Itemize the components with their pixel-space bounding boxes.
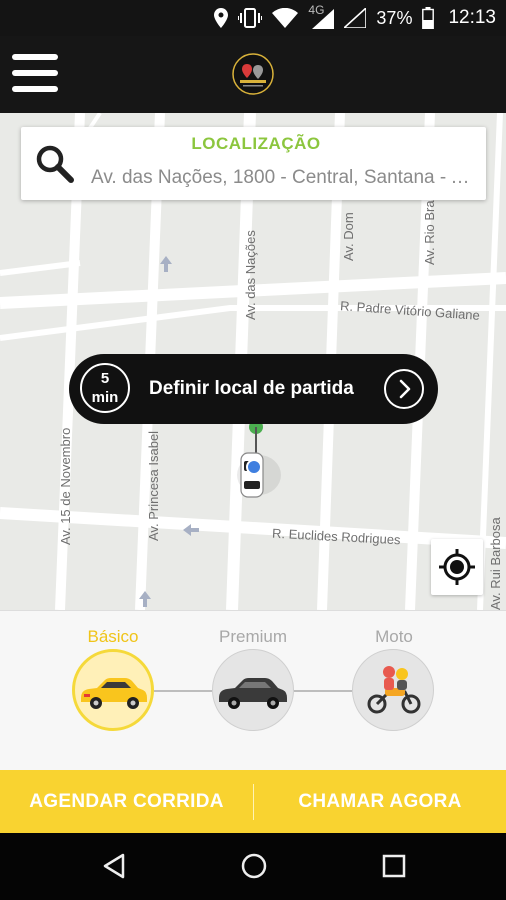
battery-percent: 37% bbox=[376, 7, 413, 28]
clock: 12:13 bbox=[448, 7, 496, 28]
vibrate-icon bbox=[238, 8, 263, 28]
eta-badge: 5 min bbox=[80, 363, 130, 413]
ride-option-moto[interactable] bbox=[352, 649, 434, 731]
call-now-button[interactable]: CHAMAR AGORA bbox=[254, 770, 506, 833]
connector-line bbox=[154, 690, 212, 692]
set-pickup-button[interactable]: 5 min Definir local de partida bbox=[69, 354, 438, 424]
system-nav-bar bbox=[0, 833, 506, 900]
ride-option-premium[interactable] bbox=[212, 649, 294, 731]
wifi-icon bbox=[272, 8, 299, 28]
ride-option-label-moto[interactable]: Moto bbox=[329, 627, 459, 647]
battery-icon bbox=[422, 7, 435, 29]
location-address[interactable]: Av. das Nações, 1800 - Central, Santana … bbox=[91, 167, 479, 189]
street-label: Av. Rui Barbosa bbox=[488, 517, 503, 610]
street-label: Av. das Nações bbox=[243, 230, 258, 320]
search-icon[interactable] bbox=[35, 144, 75, 184]
street-label: Av. Rio Bra bbox=[422, 200, 437, 265]
action-bar: AGENDAR CORRIDA CHAMAR AGORA bbox=[0, 770, 506, 833]
app-logo bbox=[232, 53, 274, 95]
location-search-card[interactable]: LOCALIZAÇÃO Av. das Nações, 1800 - Centr… bbox=[21, 127, 486, 200]
street-label: Av. Princesa Isabel bbox=[146, 430, 161, 541]
ride-type-selector: Básico Premium Moto bbox=[0, 610, 506, 771]
home-icon[interactable] bbox=[239, 851, 269, 881]
street-label: Av. Dom bbox=[341, 212, 356, 261]
location-icon bbox=[214, 8, 229, 28]
status-bar: 4G 37% 12:13 bbox=[0, 0, 506, 36]
signal-icon-2 bbox=[344, 8, 367, 28]
car-marker-icon bbox=[237, 452, 281, 498]
chevron-right-icon[interactable] bbox=[384, 369, 424, 409]
connector-line bbox=[294, 690, 352, 692]
motorcycle-icon bbox=[367, 666, 421, 714]
eta-value: 5 bbox=[100, 370, 110, 387]
hamburger-icon[interactable] bbox=[12, 54, 60, 94]
set-pickup-label: Definir local de partida bbox=[149, 378, 354, 399]
my-location-icon bbox=[439, 549, 475, 585]
recents-icon[interactable] bbox=[379, 851, 409, 881]
eta-unit: min bbox=[91, 389, 119, 406]
ride-option-label-basic[interactable]: Básico bbox=[48, 627, 178, 647]
street-label: Av. 15 de Novembro bbox=[58, 427, 73, 545]
app-bar bbox=[0, 36, 506, 113]
black-car-icon bbox=[219, 678, 287, 709]
yellow-car-icon bbox=[81, 678, 147, 709]
signal-icon bbox=[312, 9, 335, 29]
back-icon[interactable] bbox=[99, 851, 129, 881]
ride-option-label-premium[interactable]: Premium bbox=[188, 627, 318, 647]
my-location-button[interactable] bbox=[431, 539, 483, 595]
location-label: LOCALIZAÇÃO bbox=[191, 134, 321, 153]
schedule-ride-button[interactable]: AGENDAR CORRIDA bbox=[0, 770, 253, 833]
ride-option-basic[interactable] bbox=[72, 649, 154, 731]
status-icons: 4G 37% 12:13 bbox=[214, 0, 496, 36]
